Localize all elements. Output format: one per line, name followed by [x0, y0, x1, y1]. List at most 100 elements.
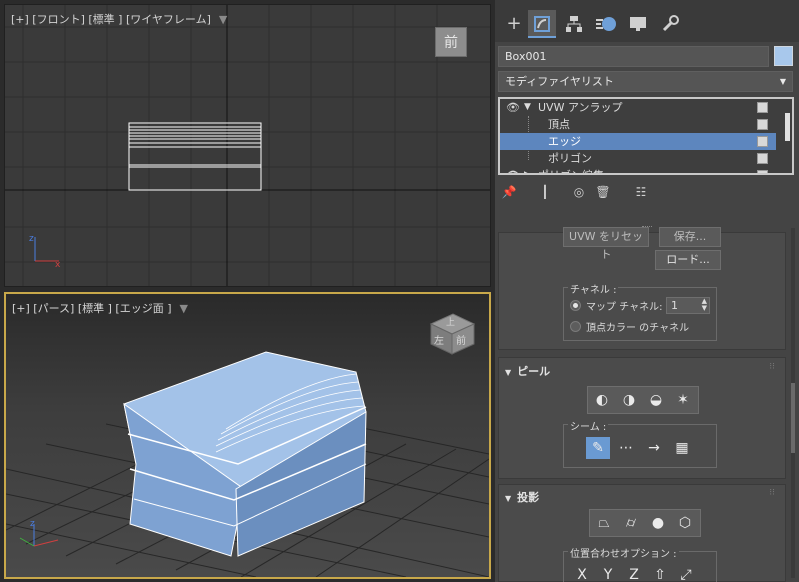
front-viewport-label[interactable]: [+] [フロント] [標準 ] [ワイヤフレーム] ▼: [11, 11, 227, 27]
axis-tripod-persp: z: [19, 519, 59, 547]
subobject-label: エッジ: [548, 135, 581, 148]
drag-grip-icon[interactable]: ⁝⁝: [769, 362, 775, 372]
modify-icon[interactable]: [528, 10, 556, 38]
utilities-icon[interactable]: [656, 10, 684, 38]
align-options-group: 位置合わせオプション : X Y Z ⇧ ⤢: [563, 545, 717, 582]
subobject-label: 頂点: [548, 118, 570, 131]
seams-group: シーム : ✎ ⋯ → ▦: [563, 418, 717, 468]
command-panel-tabs: +: [495, 0, 799, 42]
panel-scrollbar-thumb[interactable]: [791, 383, 795, 453]
subobject-toggle[interactable]: [757, 119, 768, 130]
filter-icon[interactable]: ▼: [219, 13, 227, 26]
peel-mode-icon[interactable]: ◑: [617, 389, 641, 411]
peel-rollout-header[interactable]: ▼ ピール: [505, 363, 550, 379]
load-button[interactable]: ロード...: [655, 250, 721, 270]
chevron-down-icon: ▼: [779, 77, 786, 86]
stack-scrollbar[interactable]: [785, 113, 790, 141]
motion-icon[interactable]: [592, 10, 620, 38]
channel-group-title: チャネル :: [568, 281, 619, 296]
remove-modifier-icon[interactable]: 🗑: [595, 184, 611, 200]
pin-stack-icon[interactable]: 📌: [501, 184, 517, 200]
projection-tools: ⏢ ⌭ ● ⬡: [589, 509, 701, 537]
stack-item-edit-poly[interactable]: 👁 ▶ ポリゴン編集: [500, 167, 776, 173]
edit-seams-icon[interactable]: ✎: [586, 437, 610, 459]
save-button[interactable]: 保存...: [659, 227, 721, 247]
stack-item-vertex[interactable]: 頂点: [500, 116, 776, 133]
viewcube-front-label[interactable]: 前: [456, 332, 466, 347]
make-unique-icon[interactable]: ◎: [571, 184, 587, 200]
svg-text:z: z: [29, 234, 34, 244]
eye-icon[interactable]: 👁: [506, 167, 520, 173]
modifier-list-dropdown[interactable]: モディファイヤリスト ▼: [498, 71, 793, 92]
subobject-toggle[interactable]: [757, 136, 768, 147]
viewcube-left-label[interactable]: 左: [434, 332, 444, 347]
align-normal-icon[interactable]: ⇧: [648, 564, 672, 582]
expand-seam-icon[interactable]: ▦: [670, 437, 694, 459]
stack-modifier-label: UVW アンラップ: [538, 101, 623, 114]
perspective-viewport-label[interactable]: [+] [パース] [標準 ] [エッジ面 ] ▼: [12, 300, 188, 316]
align-z-icon[interactable]: Z: [622, 564, 646, 582]
rollout-projection: ▼ 投影 ⁝⁝ ⏢ ⌭ ● ⬡ 位置合わせオプション : X Y Z ⇧ ⤢: [498, 484, 786, 582]
perspective-viewport[interactable]: z [+] [パース] [標準 ] [エッジ面 ] ▼ 上 左 前: [4, 292, 491, 579]
object-color-swatch[interactable]: [774, 46, 793, 66]
quick-peel-icon[interactable]: ◐: [590, 389, 614, 411]
reset-uvw-button[interactable]: UVW をリセット: [563, 227, 649, 261]
stack-item-uvw-unwrap[interactable]: 👁 ▼ UVW アンラップ: [500, 99, 776, 116]
panel-scrollbar[interactable]: [791, 228, 795, 578]
axis-tripod: z x: [29, 234, 61, 270]
box-map-icon[interactable]: ⬡: [673, 512, 697, 534]
stack-toolbar: 📌 ┃ ◎ 🗑 ☷: [495, 180, 799, 204]
front-grid: z x: [5, 5, 490, 286]
command-panel: + Box001 モディファイヤリスト ▼ 👁 ▼ UVW アンラップ 頂点 エ…: [495, 0, 799, 582]
stack-item-edge[interactable]: エッジ: [500, 133, 776, 150]
map-channel-spinner[interactable]: 1 ▲ ▼: [666, 297, 710, 314]
box-mesh: [123, 351, 367, 557]
seams-group-title: シーム :: [568, 418, 609, 433]
subobject-label: ポリゴン: [548, 152, 592, 165]
vertex-color-channel-radio[interactable]: [570, 321, 581, 332]
front-viewport[interactable]: z x [+] [フロント] [標準 ] [ワイヤフレーム] ▼ 前: [4, 4, 491, 287]
expand-arrow-icon[interactable]: ▼: [524, 99, 531, 116]
align-options-title: 位置合わせオプション :: [568, 545, 679, 560]
spherical-map-icon[interactable]: ●: [646, 512, 670, 534]
map-channel-radio[interactable]: [570, 300, 581, 311]
rollout-channel: UVW をリセット 保存... ロード... チャネル : マップ チャネル: …: [498, 227, 786, 350]
align-x-icon[interactable]: X: [570, 564, 594, 582]
modifier-stack[interactable]: 👁 ▼ UVW アンラップ 頂点 エッジ ポリゴン 👁 ▶ ポリゴン編集: [498, 97, 794, 175]
drag-grip-icon[interactable]: ⁝⁝: [769, 488, 775, 498]
show-end-result-icon[interactable]: ┃: [537, 184, 553, 200]
modifier-list-label: モディファイヤリスト: [505, 75, 614, 88]
point-to-point-seam-icon[interactable]: ⋯: [614, 437, 638, 459]
eye-icon[interactable]: 👁: [506, 99, 520, 116]
object-name-field[interactable]: Box001: [498, 46, 769, 67]
vertex-color-channel-label: 頂点カラー のチャネル: [586, 323, 690, 334]
svg-text:x: x: [55, 260, 61, 270]
pelt-map-icon[interactable]: ✶: [671, 389, 695, 411]
cylindrical-map-icon[interactable]: ⌭: [619, 512, 643, 534]
stack-modifier-label: ポリゴン編集: [538, 167, 604, 173]
planar-map-icon[interactable]: ⏢: [592, 512, 616, 534]
spinner-arrows-icon[interactable]: ▲ ▼: [702, 298, 707, 312]
perspective-scene: z: [6, 313, 489, 577]
hierarchy-icon[interactable]: [560, 10, 588, 38]
map-channel-label: マップ チャネル:: [586, 302, 663, 313]
subobject-toggle[interactable]: [757, 153, 768, 164]
fit-icon[interactable]: ⤢: [674, 564, 698, 582]
reset-peel-icon[interactable]: ◒: [644, 389, 668, 411]
collapse-icon: ▼: [505, 494, 512, 503]
display-icon[interactable]: [624, 10, 652, 38]
stack-item-polygon[interactable]: ポリゴン: [500, 150, 776, 167]
peel-tools: ◐ ◑ ◒ ✶: [587, 386, 699, 414]
modifier-toggle[interactable]: [757, 170, 768, 173]
convert-edge-to-seam-icon[interactable]: →: [642, 437, 666, 459]
align-y-icon[interactable]: Y: [596, 564, 620, 582]
filter-icon[interactable]: ▼: [179, 302, 187, 315]
projection-rollout-header[interactable]: ▼ 投影: [505, 489, 539, 505]
collapse-icon: ▼: [505, 368, 512, 377]
viewcube-top-label[interactable]: 上: [446, 315, 455, 328]
create-icon[interactable]: +: [500, 10, 528, 38]
expand-arrow-icon[interactable]: ▶: [524, 167, 531, 173]
viewcube[interactable]: 前: [435, 27, 467, 57]
modifier-toggle[interactable]: [757, 102, 768, 113]
configure-modifier-sets-icon[interactable]: ☷: [633, 184, 649, 200]
